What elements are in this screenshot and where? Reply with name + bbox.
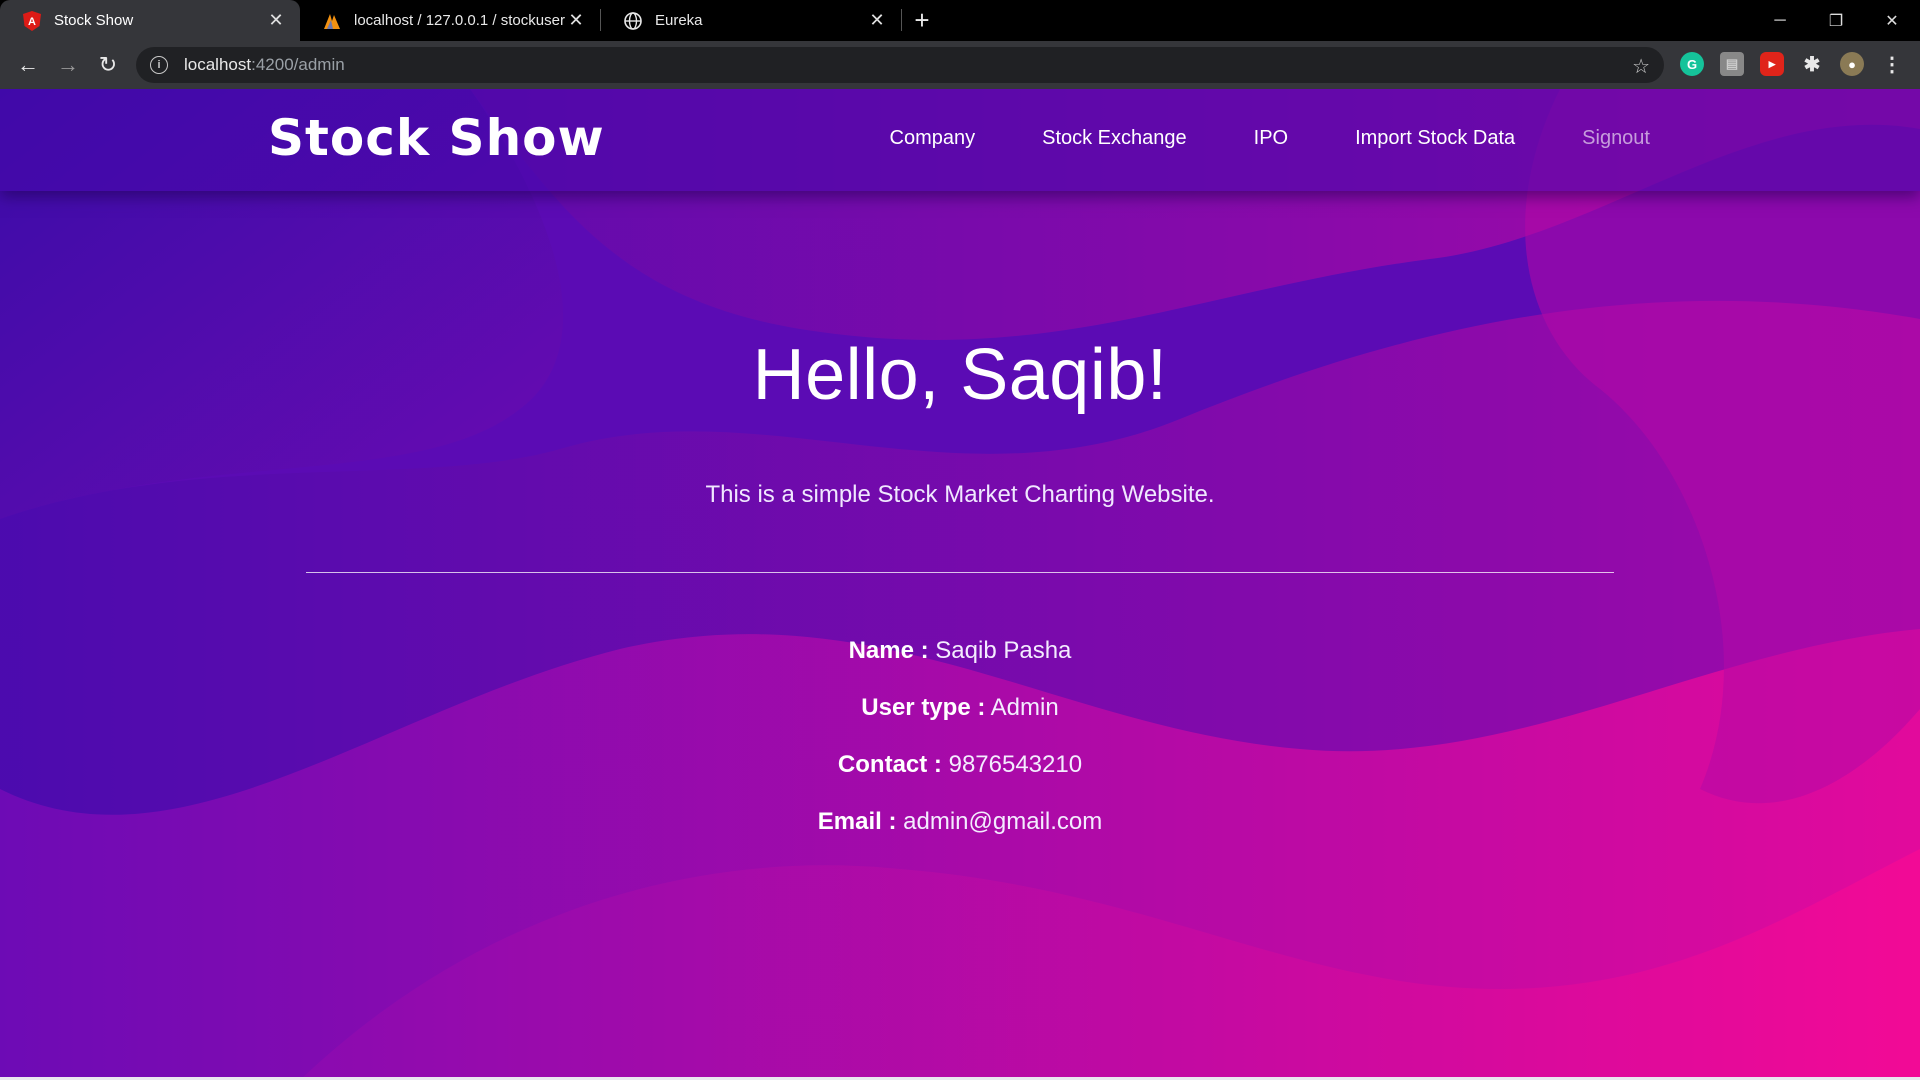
grammarly-extension-icon[interactable]: G <box>1680 52 1704 76</box>
minimize-icon[interactable]: ─ <box>1752 0 1808 41</box>
brand-logo[interactable]: Stock Show <box>268 109 605 167</box>
nav-link-ipo[interactable]: IPO <box>1254 127 1288 150</box>
divider <box>306 572 1614 573</box>
tab-title: Eureka <box>655 12 703 29</box>
close-icon[interactable]: ✕ <box>867 10 887 31</box>
angular-icon: A <box>22 10 42 31</box>
phpmyadmin-icon <box>322 11 342 31</box>
browser-tab-strip: A Stock Show ✕ localhost / 127.0.0.1 / s… <box>0 0 1920 41</box>
page-viewport: Stock Show Company Stock Exchange IPO Im… <box>0 89 1920 1080</box>
reload-icon[interactable]: ↻ <box>88 45 128 85</box>
profile-contact-row: Contact : 9876543210 <box>0 751 1920 779</box>
profile-value: Saqib Pasha <box>935 637 1072 664</box>
tab-stock-show[interactable]: A Stock Show ✕ <box>0 0 300 41</box>
bookmark-star-icon[interactable]: ☆ <box>1632 54 1650 79</box>
close-icon[interactable]: ✕ <box>566 10 586 31</box>
profile-value: Admin <box>990 694 1059 721</box>
new-tab-plus-icon[interactable]: + <box>902 0 942 41</box>
nav-link-stock-exchange[interactable]: Stock Exchange <box>1042 127 1187 150</box>
wave-background <box>0 89 1920 1080</box>
menu-kebab-icon[interactable]: ⋮ <box>1880 52 1904 76</box>
window-controls: ─ ❐ ✕ <box>1752 0 1920 41</box>
browser-toolbar: ← → ↻ i localhost:4200/admin ☆ <box>0 41 1920 89</box>
profile-name-row: Name : Saqib Pasha <box>0 637 1920 665</box>
close-icon[interactable]: ✕ <box>266 10 286 31</box>
page-subtitle: This is a simple Stock Market Charting W… <box>705 481 1215 508</box>
tab-title: localhost / 127.0.0.1 / stockuser / <box>354 12 566 29</box>
profile-user-type-row: User type : Admin <box>0 694 1920 722</box>
extension-icon[interactable]: ▤ <box>1720 52 1744 76</box>
url-path: :4200/admin <box>251 55 345 74</box>
nav-links: Company Stock Exchange IPO Import Stock … <box>823 127 1651 150</box>
back-arrow-icon[interactable]: ← <box>8 45 48 85</box>
tab-eureka[interactable]: Eureka ✕ <box>601 0 901 41</box>
site-navbar: Stock Show Company Stock Exchange IPO Im… <box>0 89 1920 191</box>
site-info-icon[interactable]: i <box>150 56 168 74</box>
page-title: Hello, Saqib! <box>752 335 1168 415</box>
profile-label: Email : <box>817 808 897 835</box>
profile-value: admin@gmail.com <box>903 808 1103 835</box>
close-window-icon[interactable]: ✕ <box>1864 0 1920 41</box>
tab-phpmyadmin[interactable]: localhost / 127.0.0.1 / stockuser / ✕ <box>300 0 600 41</box>
profile-email-row: Email : admin@gmail.com <box>0 808 1920 836</box>
svg-text:A: A <box>28 16 36 28</box>
profile-avatar[interactable]: ● <box>1840 52 1864 76</box>
globe-icon <box>623 11 643 31</box>
extensions-puzzle-icon[interactable]: ✱ <box>1800 52 1824 76</box>
nav-link-import-stock-data[interactable]: Import Stock Data <box>1355 127 1515 150</box>
tab-title: Stock Show <box>54 12 134 29</box>
nav-link-signout[interactable]: Signout <box>1582 127 1650 150</box>
address-bar[interactable]: i localhost:4200/admin ☆ <box>136 47 1664 83</box>
profile-label: User type : <box>861 694 986 721</box>
restore-icon[interactable]: ❐ <box>1808 0 1864 41</box>
profile-value: 9876543210 <box>948 751 1083 778</box>
profile-label: Contact : <box>837 751 942 778</box>
forward-arrow-icon[interactable]: → <box>48 45 88 85</box>
nav-link-company[interactable]: Company <box>890 127 976 150</box>
video-extension-icon[interactable]: ▸ <box>1760 52 1784 76</box>
url-host: localhost <box>184 55 252 74</box>
profile-label: Name : <box>848 637 929 664</box>
